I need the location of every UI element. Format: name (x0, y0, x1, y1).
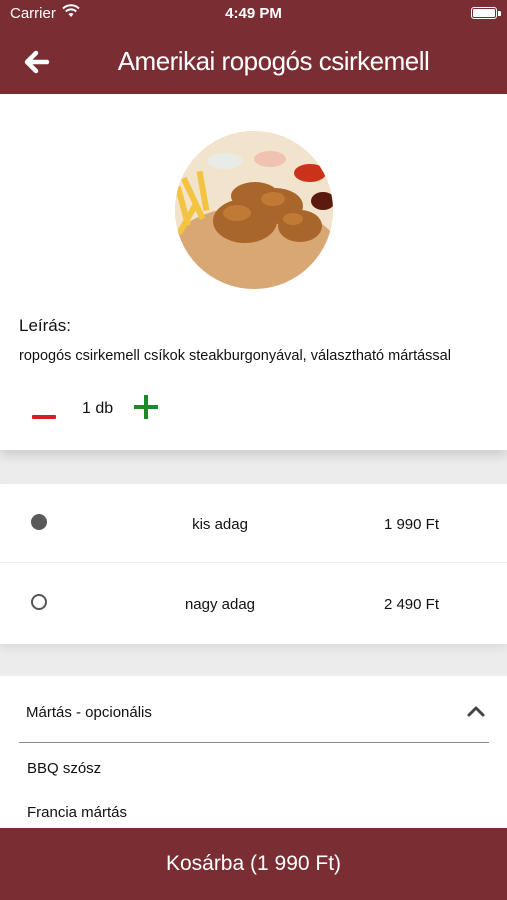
size-options: kis adag 1 990 Ft nagy adag 2 490 Ft (0, 484, 507, 644)
sauce-item-french[interactable]: Francia mártás (27, 804, 127, 821)
food-illustration (175, 131, 333, 289)
page-title: Amerikai ropogós csirkemell (117, 46, 430, 76)
nav-bar: Amerikai ropogós csirkemell (0, 28, 507, 94)
quantity-value: 1 db (82, 400, 114, 417)
chevron-up-icon[interactable] (467, 704, 485, 718)
size-option-large[interactable]: nagy adag 2 490 Ft (0, 564, 507, 642)
product-card: Leírás: ropogós csirkemell csíkok steakb… (0, 94, 507, 450)
size-option-small[interactable]: kis adag 1 990 Ft (0, 484, 507, 563)
description-label: Leírás: (19, 316, 71, 335)
product-photo (175, 131, 333, 289)
sauce-section: Mártás - opcionális BBQ szósz Francia má… (0, 676, 507, 828)
status-time: 4:49 PM (225, 5, 282, 22)
size-price: 2 490 Ft (383, 596, 439, 613)
decrease-quantity-button[interactable] (32, 404, 58, 430)
divider (19, 742, 489, 743)
radio-selected-icon[interactable] (31, 514, 47, 530)
description-text: ropogós csirkemell csíkok steakburgonyáv… (19, 348, 451, 364)
increase-quantity-button[interactable] (134, 394, 160, 420)
size-name: nagy adag (184, 596, 256, 613)
sauce-title: Mártás - opcionális (26, 704, 152, 721)
sauce-accordion-header[interactable]: Mártás - opcionális (0, 676, 507, 744)
add-to-cart-button[interactable]: Kosárba (1 990 Ft) (0, 828, 507, 900)
size-name: kis adag (192, 516, 248, 533)
status-bar: Carrier 4:49 PM (0, 0, 507, 28)
battery-tip (498, 11, 501, 16)
size-price: 1 990 Ft (383, 516, 439, 533)
radio-unselected-icon[interactable] (31, 594, 47, 610)
sauce-item-bbq[interactable]: BBQ szósz (27, 760, 101, 777)
battery-icon (471, 7, 497, 19)
back-arrow-icon[interactable] (22, 48, 50, 76)
